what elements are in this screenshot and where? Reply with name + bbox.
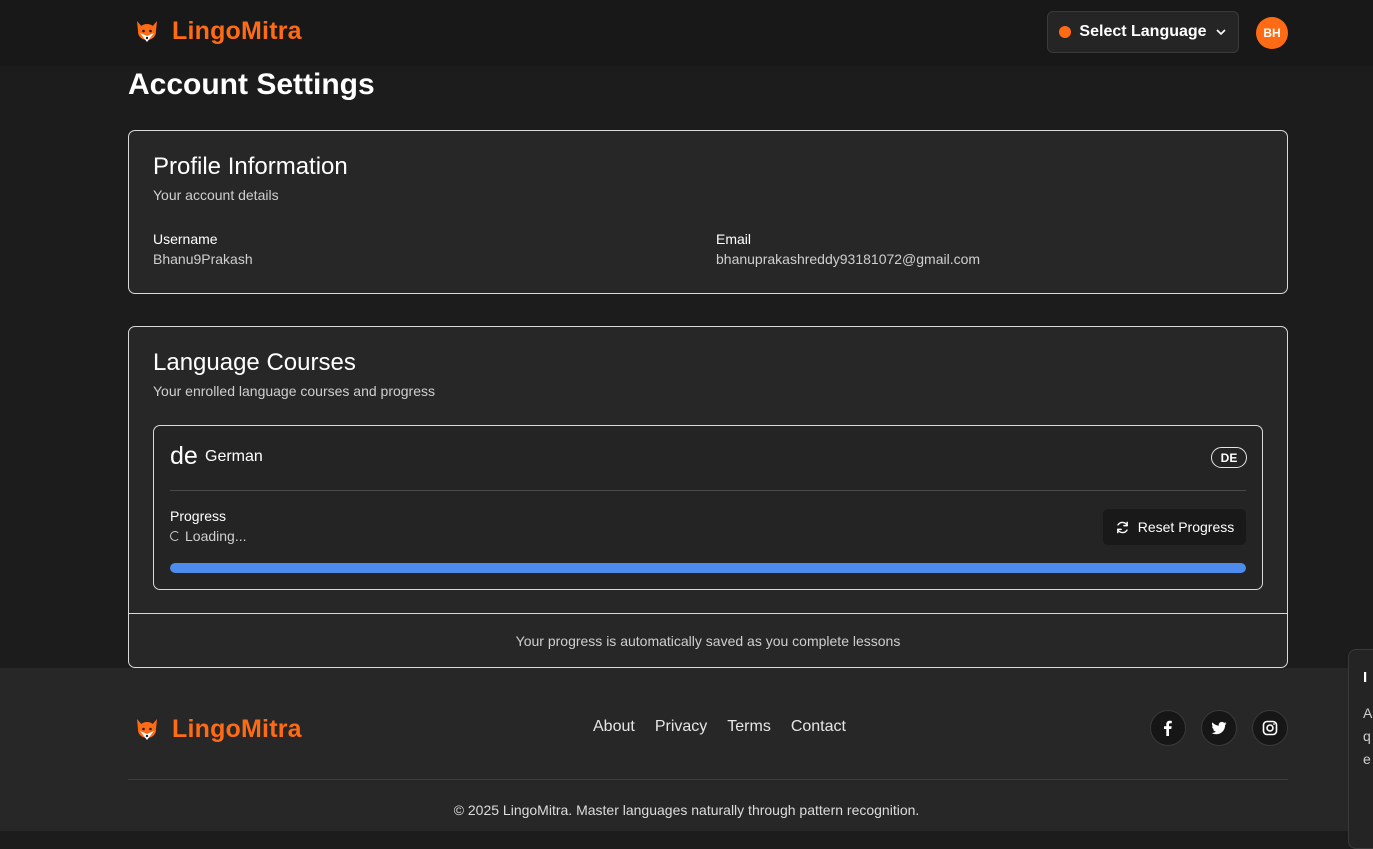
globe-icon [1059,26,1072,38]
footer-link-privacy[interactable]: Privacy [655,718,707,736]
courses-card-footer: Your progress is automatically saved as … [129,613,1287,667]
language-courses-card: Language Courses Your enrolled language … [128,326,1288,668]
course-item-german: de German DE Progress Loading... Reset P… [153,425,1263,590]
footer-brand-name: LingoMitra [172,715,302,743]
progress-status-text: Loading... [185,528,247,544]
email-value: bhanuprakashreddy93181072@gmail.com [716,251,981,267]
refresh-icon [1116,521,1128,533]
page-footer: LingoMitra About Privacy Terms Contact ©… [0,668,1373,831]
profile-card-description: Your account details [153,187,279,203]
progress-status: Loading... [170,528,247,544]
progress-bar-fill [170,563,1246,573]
footer-link-terms[interactable]: Terms [727,718,771,736]
progress-bar [170,563,1246,573]
facebook-icon[interactable] [1150,710,1186,746]
page-title: Account Settings [128,68,375,101]
chevron-down-icon [1216,29,1226,36]
username-value: Bhanu9Prakash [153,251,253,267]
select-language-label: Select Language [1079,23,1207,40]
profile-information-card: Profile Information Your account details… [128,130,1288,294]
course-language-code: de [170,442,198,470]
autosave-note: Your progress is automatically saved as … [515,632,901,649]
notification-toast[interactable]: I A q e [1348,649,1373,849]
avatar[interactable]: BH [1256,17,1288,49]
instagram-glyph [1262,720,1278,736]
course-language-badge: DE [1211,447,1247,468]
footer-divider [128,779,1288,780]
fox-logo-icon [137,718,157,740]
footer-link-about[interactable]: About [593,718,635,736]
progress-label: Progress [170,508,227,524]
reset-progress-button[interactable]: Reset Progress [1103,509,1246,545]
select-language-button[interactable]: Select Language [1047,11,1239,53]
profile-card-title: Profile Information [153,153,348,180]
twitter-icon[interactable] [1201,710,1237,746]
reset-progress-label: Reset Progress [1137,519,1235,535]
courses-card-description: Your enrolled language courses and progr… [153,383,436,399]
loading-spinner-icon [170,531,180,541]
course-language-name: German [205,448,263,465]
footer-nav: About Privacy Terms Contact [593,718,846,736]
top-navbar: LingoMitra Select Language BH [0,0,1373,66]
toast-body: A q e [1363,705,1372,767]
header-brand-name: LingoMitra [172,17,302,45]
facebook-glyph [1164,720,1172,736]
footer-link-contact[interactable]: Contact [791,718,846,736]
username-label: Username [153,231,218,247]
courses-card-title: Language Courses [153,349,356,376]
course-divider [170,490,1246,491]
twitter-glyph [1211,721,1227,735]
copyright-text: © 2025 LingoMitra. Master languages natu… [453,802,920,818]
instagram-icon[interactable] [1252,710,1288,746]
toast-title: I [1363,669,1368,686]
footer-logo[interactable]: LingoMitra [134,715,302,744]
email-label: Email [716,231,752,247]
header-logo[interactable]: LingoMitra [134,17,302,46]
fox-logo-icon [137,20,157,42]
